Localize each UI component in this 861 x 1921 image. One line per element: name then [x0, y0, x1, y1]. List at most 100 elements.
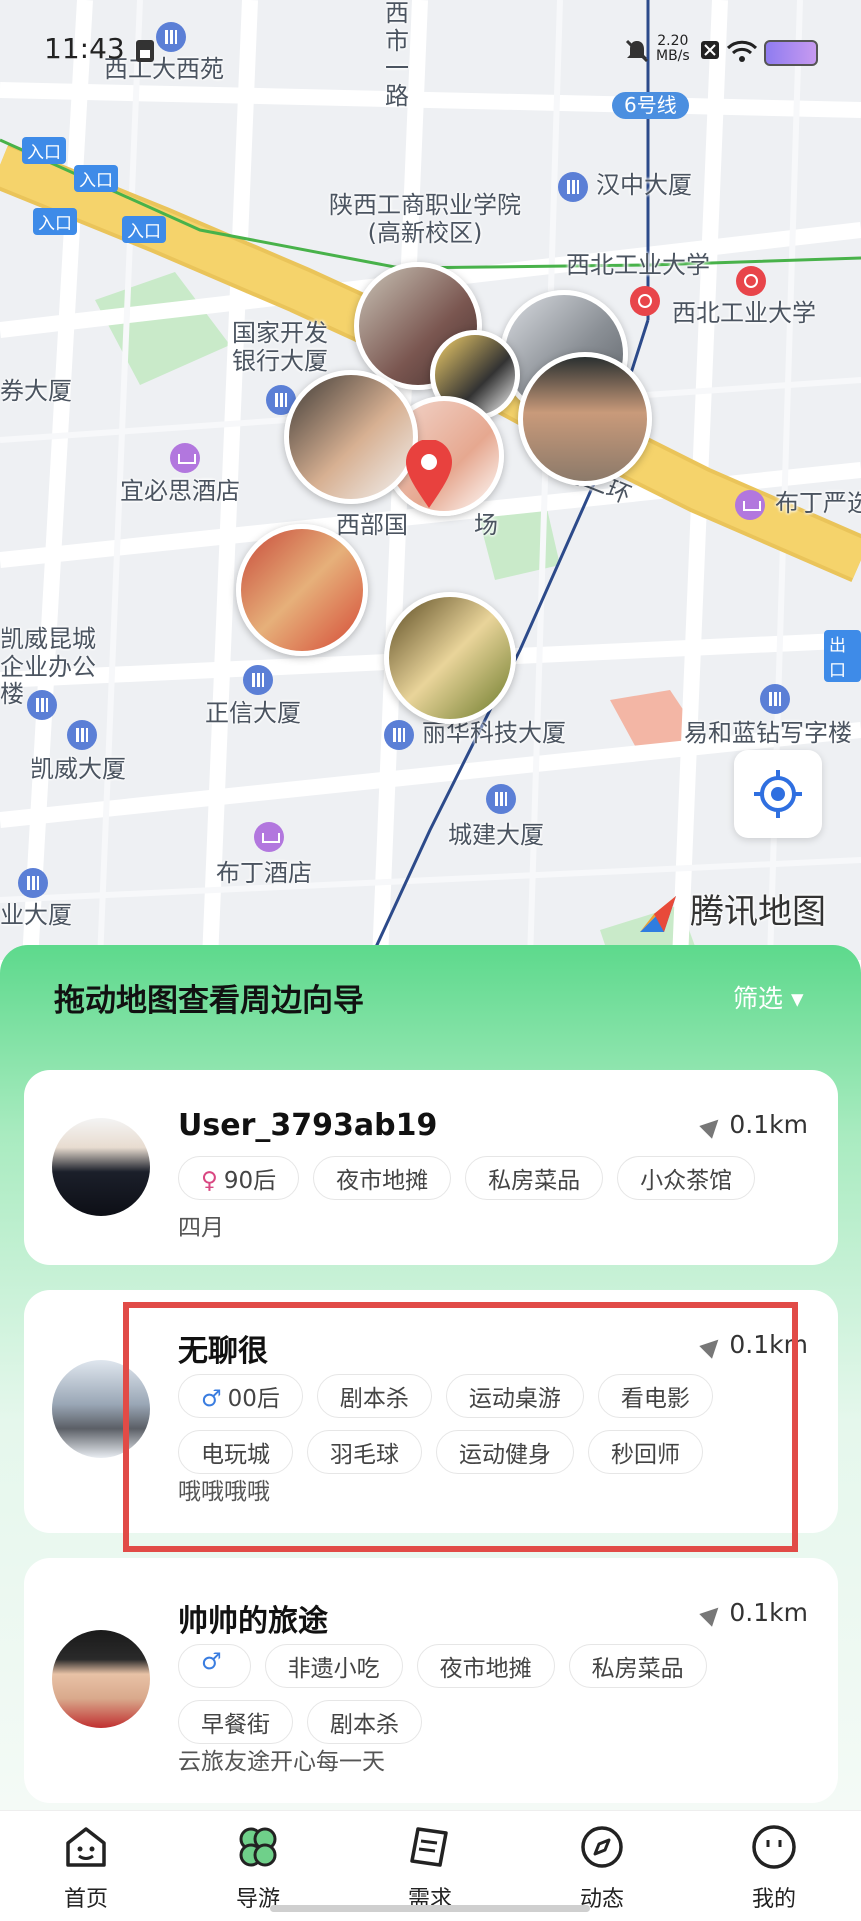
guide-distance: 0.1km: [699, 1110, 808, 1139]
metro-station-icon: [630, 286, 660, 316]
building-icon: [558, 172, 588, 202]
guide-avatar[interactable]: [52, 1118, 150, 1216]
tag: ♂: [178, 1644, 251, 1688]
male-icon: ♂: [201, 1649, 222, 1675]
entrance-badge: 入口: [33, 208, 77, 235]
poi-label[interactable]: 布丁严选: [775, 489, 861, 518]
map-view[interactable]: 西工大西苑 西市一路 6号线 入口 入口 入口 入口 汉中大厦 陕西工商职业学院…: [0, 0, 861, 960]
home-face-icon: [66, 1827, 106, 1867]
entrance-badge: 入口: [22, 137, 66, 164]
location-arrow-icon: [699, 1601, 726, 1627]
tencent-map-logo-icon: [640, 896, 676, 932]
poi-label[interactable]: 陕西工商职业学院(高新校区): [320, 191, 530, 247]
tag: 剧本杀: [307, 1700, 422, 1744]
tag: 非遗小吃: [264, 1644, 403, 1688]
tab-label: 首页: [63, 1887, 108, 1912]
poi-label[interactable]: 凯威大厦: [30, 755, 126, 784]
poi-label[interactable]: 国家开发银行大厦: [232, 319, 342, 375]
tag: 夜市地摊: [313, 1156, 452, 1200]
poi-label[interactable]: 业大厦: [0, 901, 72, 930]
poi-label: 场: [474, 511, 498, 539]
guide-card[interactable]: 帅帅的旅途 0.1km ♂ 非遗小吃 夜市地摊 私房菜品 早餐街 剧本杀 云旅友…: [24, 1558, 838, 1803]
tab-home[interactable]: 首页: [26, 1811, 146, 1921]
poi-label[interactable]: 正信大厦: [205, 699, 301, 728]
tag-list: ♀ 90后 夜市地摊 私房菜品 小众茶馆: [178, 1156, 814, 1200]
guide-name[interactable]: User_3793ab19: [178, 1108, 437, 1143]
poi-label: 西市一路: [385, 0, 409, 110]
building-icon: [760, 684, 790, 714]
location-arrow-icon: [699, 1113, 726, 1139]
poi-label[interactable]: 西北工业大学: [672, 299, 816, 328]
sim-card-icon: [136, 40, 154, 62]
data-off-icon: [701, 41, 719, 59]
network-speed-value: 2.20: [657, 33, 689, 49]
distance-value: 0.1km: [729, 1110, 808, 1139]
user-map-avatar[interactable]: [518, 352, 652, 486]
request-note-icon: [410, 1827, 448, 1867]
locate-button[interactable]: [734, 750, 822, 838]
panel-title: 拖动地图查看周边向导: [54, 983, 364, 1019]
building-icon: [67, 720, 97, 750]
female-icon: ♀: [201, 1168, 218, 1194]
building-icon: [27, 690, 57, 720]
guide-bio: 四月: [178, 1215, 224, 1241]
poi-label[interactable]: 宜必思酒店: [120, 477, 240, 506]
exit-badge: 出口: [824, 630, 861, 682]
hotel-icon: [254, 822, 284, 852]
user-map-avatar[interactable]: [384, 592, 516, 724]
guide-avatar[interactable]: [52, 1630, 150, 1728]
filter-button[interactable]: 筛选 ▾: [733, 979, 804, 1015]
locate-crosshair-icon: [754, 770, 802, 818]
mute-icon: [625, 39, 649, 63]
home-indicator: [270, 1905, 590, 1912]
compass-icon: [581, 1826, 623, 1868]
poi-label[interactable]: 易和蓝钻写字楼: [684, 719, 852, 748]
tag-list: ♂ 非遗小吃 夜市地摊 私房菜品 早餐街 剧本杀: [178, 1644, 814, 1744]
distance-value: 0.1km: [729, 1598, 808, 1627]
status-time: 11:43: [44, 32, 125, 65]
user-map-avatar[interactable]: [236, 524, 368, 656]
battery-icon: [764, 40, 818, 66]
current-location-pin-icon: [406, 440, 452, 508]
tag: ♀ 90后: [178, 1156, 300, 1200]
tab-label: 我的: [751, 1887, 796, 1912]
poi-label[interactable]: 券大厦: [0, 377, 72, 406]
poi-label[interactable]: 丽华科技大厦: [422, 719, 566, 748]
guide-card[interactable]: User_3793ab19 0.1km ♀ 90后 夜市地摊 私房菜品 小众茶馆 …: [24, 1070, 838, 1265]
tag: 私房菜品: [465, 1156, 604, 1200]
building-icon: [486, 784, 516, 814]
hotel-icon: [735, 490, 765, 520]
highlight-box: [123, 1302, 798, 1552]
tab-mine[interactable]: 我的: [714, 1811, 834, 1921]
metro-line-badge[interactable]: 6号线: [612, 92, 689, 119]
poi-label[interactable]: 西北工业大学: [566, 251, 710, 280]
hotel-icon: [170, 443, 200, 473]
network-speed: 2.20 MB/s: [656, 34, 690, 64]
tag: 早餐街: [178, 1700, 293, 1744]
tag: 夜市地摊: [416, 1644, 555, 1688]
poi-label[interactable]: 城建大厦: [448, 821, 544, 850]
poi-label[interactable]: 汉中大厦: [596, 171, 692, 200]
profile-face-icon: [752, 1825, 796, 1869]
guide-name[interactable]: 帅帅的旅途: [178, 1596, 328, 1640]
network-speed-unit: MB/s: [656, 48, 690, 64]
building-icon: [156, 22, 186, 52]
guide-icon: [239, 1827, 277, 1867]
guide-bio: 云旅友途开心每一天: [178, 1749, 385, 1775]
poi-label[interactable]: 凯威昆城企业办公楼: [0, 625, 110, 709]
guide-distance: 0.1km: [699, 1598, 808, 1627]
poi-label[interactable]: 布丁酒店: [216, 859, 312, 888]
user-map-avatar[interactable]: [284, 370, 418, 504]
tag-label: 90后: [223, 1168, 277, 1194]
metro-station-icon: [736, 266, 766, 296]
tag: 小众茶馆: [617, 1156, 756, 1200]
map-provider-label: 腾讯地图: [690, 892, 826, 932]
poi-label[interactable]: 西部国: [336, 511, 408, 540]
building-icon: [243, 665, 273, 695]
building-icon: [384, 720, 414, 750]
tag: 私房菜品: [568, 1644, 707, 1688]
entrance-badge: 入口: [122, 216, 166, 243]
wifi-icon: [726, 40, 758, 62]
building-icon: [18, 868, 48, 898]
entrance-badge: 入口: [74, 165, 118, 192]
